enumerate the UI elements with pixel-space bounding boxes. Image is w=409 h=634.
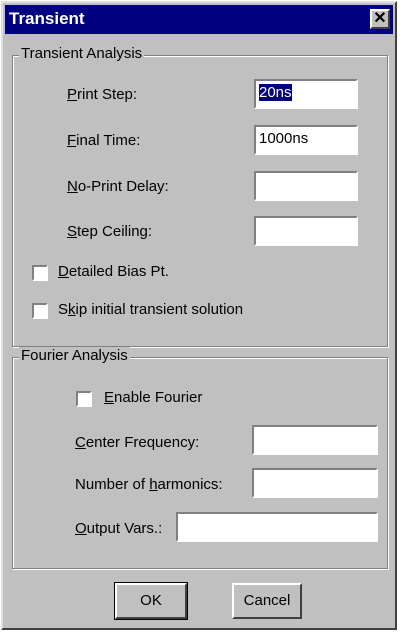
fourier-analysis-group: Fourier Analysis Enable Fourier Center F… <box>12 347 388 569</box>
skip-initial-label[interactable]: Skip initial transient solution <box>58 301 243 318</box>
harmonics-label: Number of harmonics: <box>75 476 223 493</box>
cancel-button[interactable]: Cancel <box>232 583 302 619</box>
transient-analysis-group: Transient Analysis Print Step: 20ns Fina… <box>12 45 388 347</box>
title-bar[interactable]: Transient ✕ <box>5 5 393 34</box>
print-step-value: 20ns <box>259 84 292 101</box>
print-step-input[interactable]: 20ns <box>254 79 358 109</box>
ok-button[interactable]: OK <box>114 582 188 620</box>
print-step-label: Print Step: <box>67 86 138 103</box>
center-frequency-input[interactable] <box>252 425 378 455</box>
enable-fourier-label[interactable]: Enable Fourier <box>104 389 202 406</box>
close-icon: ✕ <box>373 10 387 27</box>
final-time-label: Final Time: <box>67 132 141 149</box>
harmonics-input[interactable] <box>252 468 378 498</box>
final-time-input[interactable]: 1000ns <box>254 125 358 155</box>
skip-initial-checkbox[interactable] <box>32 303 48 319</box>
center-frequency-label: Center Frequency: <box>75 434 200 451</box>
transient-analysis-legend: Transient Analysis <box>19 45 145 62</box>
transient-dialog: Transient ✕ Transient Analysis Print Ste… <box>1 1 397 630</box>
close-button[interactable]: ✕ <box>370 9 390 29</box>
no-print-delay-label: No-Print Delay: <box>67 178 169 195</box>
enable-fourier-checkbox[interactable] <box>76 391 92 407</box>
output-vars-label: Output Vars.: <box>75 520 163 537</box>
step-ceiling-input[interactable] <box>254 216 358 246</box>
output-vars-input[interactable] <box>176 512 378 542</box>
detailed-bias-checkbox[interactable] <box>32 265 48 281</box>
step-ceiling-label: Step Ceiling: <box>67 223 153 240</box>
no-print-delay-input[interactable] <box>254 171 358 201</box>
detailed-bias-label[interactable]: Detailed Bias Pt. <box>58 263 169 280</box>
fourier-analysis-legend: Fourier Analysis <box>19 347 130 364</box>
final-time-value: 1000ns <box>259 130 309 147</box>
window-title: Transient <box>9 9 85 28</box>
